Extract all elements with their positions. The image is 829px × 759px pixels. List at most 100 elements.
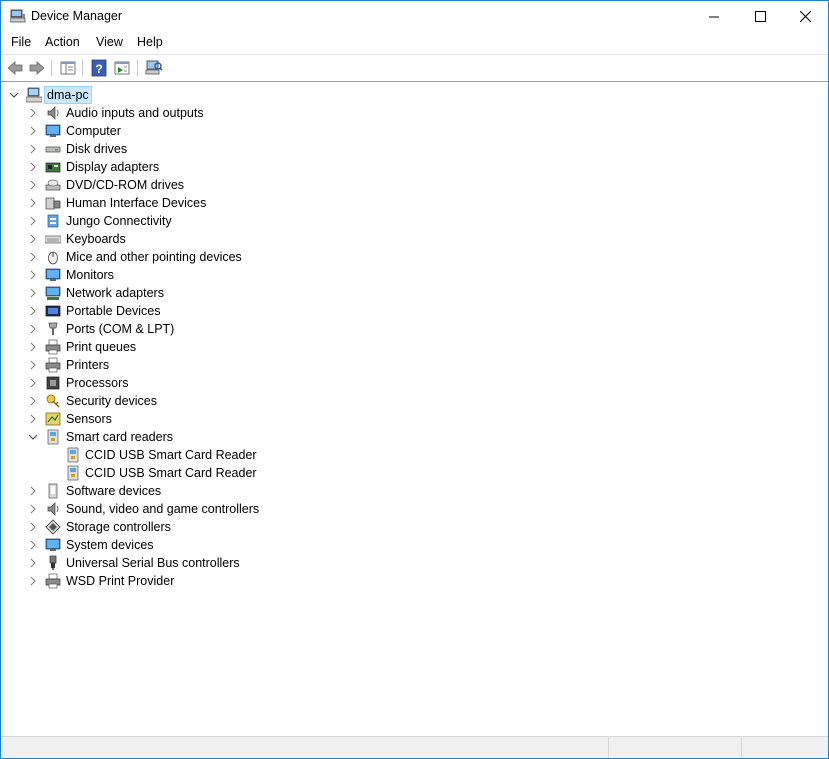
tree-category-row[interactable]: Printers [1,356,828,374]
tree-device-row[interactable]: CCID USB Smart Card Reader [1,464,828,482]
chevron-right-icon[interactable] [28,162,38,172]
tree-root-row[interactable]: dma-pc [1,86,828,104]
show-hide-console-tree-icon[interactable] [59,59,77,77]
tree-category-label[interactable]: Portable Devices [64,302,163,320]
chevron-right-icon[interactable] [28,342,38,352]
tree-category-label[interactable]: Smart card readers [64,428,175,446]
chevron-right-icon[interactable] [28,396,38,406]
menu-file[interactable]: File [11,35,31,49]
tree-category-label[interactable]: Processors [64,374,131,392]
chevron-right-icon[interactable] [28,216,38,226]
portable-device-icon [45,305,61,317]
tree-category-label[interactable]: Monitors [64,266,116,284]
chevron-right-icon[interactable] [28,324,38,334]
tree-device-row[interactable]: CCID USB Smart Card Reader [1,446,828,464]
tree-category-row[interactable]: Print queues [1,338,828,356]
tree-category-label[interactable]: Human Interface Devices [64,194,208,212]
chevron-right-icon[interactable] [28,252,38,262]
tree-category-label[interactable]: Disk drives [64,140,129,158]
tree-category-row[interactable]: Sensors [1,410,828,428]
tree-category-row[interactable]: Sound, video and game controllers [1,500,828,518]
maximize-button[interactable] [737,1,783,32]
status-panel [741,737,828,758]
chevron-right-icon[interactable] [28,180,38,190]
tree-category-label[interactable]: DVD/CD-ROM drives [64,176,186,194]
menu-action[interactable]: Action [45,35,80,49]
tree-category-label[interactable]: Print queues [64,338,138,356]
device-manager-icon [10,9,26,23]
scan-hardware-changes-icon[interactable] [145,59,163,77]
tree-category-row[interactable]: Jungo Connectivity [1,212,828,230]
tree-category-row[interactable]: Keyboards [1,230,828,248]
tree-category-row[interactable]: Monitors [1,266,828,284]
chevron-right-icon[interactable] [28,378,38,388]
tree-category-label[interactable]: Printers [64,356,111,374]
tree-category-label[interactable]: Security devices [64,392,159,410]
chevron-right-icon[interactable] [28,522,38,532]
tree-category-row[interactable]: WSD Print Provider [1,572,828,590]
chevron-right-icon[interactable] [28,540,38,550]
chevron-right-icon[interactable] [28,306,38,316]
help-icon[interactable]: ? [90,59,108,77]
chevron-right-icon[interactable] [28,288,38,298]
chevron-right-icon[interactable] [28,234,38,244]
tree-category-row[interactable]: Mice and other pointing devices [1,248,828,266]
tree-category-label[interactable]: WSD Print Provider [64,572,176,590]
tree-category-label[interactable]: Network adapters [64,284,166,302]
chevron-right-icon[interactable] [28,576,38,586]
tree-category-label[interactable]: Universal Serial Bus controllers [64,554,242,572]
title-bar[interactable]: Device Manager [1,1,828,32]
tree-category-label[interactable]: Sensors [64,410,114,428]
tree-category-row[interactable]: Disk drives [1,140,828,158]
minimize-button[interactable] [691,1,737,32]
tree-category-label[interactable]: Sound, video and game controllers [64,500,261,518]
tree-category-row[interactable]: Human Interface Devices [1,194,828,212]
tree-category-row[interactable]: Display adapters [1,158,828,176]
tree-category-label[interactable]: Audio inputs and outputs [64,104,206,122]
tree-device-label[interactable]: CCID USB Smart Card Reader [83,464,259,482]
device-tree[interactable]: dma-pc Audio inputs and outputs Computer Di… [1,85,828,735]
properties-icon[interactable] [113,59,131,77]
chevron-right-icon[interactable] [28,144,38,154]
chevron-right-icon[interactable] [28,558,38,568]
chevron-right-icon[interactable] [28,414,38,424]
chevron-right-icon[interactable] [28,126,38,136]
chevron-right-icon[interactable] [28,504,38,514]
chevron-right-icon[interactable] [28,360,38,370]
tree-category-row[interactable]: Storage controllers [1,518,828,536]
tree-device-label[interactable]: CCID USB Smart Card Reader [83,446,259,464]
chevron-right-icon[interactable] [28,108,38,118]
tree-category-row[interactable]: Portable Devices [1,302,828,320]
tree-category-row[interactable]: Ports (COM & LPT) [1,320,828,338]
tree-category-label[interactable]: Storage controllers [64,518,173,536]
forward-arrow-icon[interactable] [28,59,46,77]
tree-category-row[interactable]: Smart card readers [1,428,828,446]
tree-category-row[interactable]: Security devices [1,392,828,410]
chevron-right-icon[interactable] [28,486,38,496]
tree-category-row[interactable]: System devices [1,536,828,554]
back-arrow-icon[interactable] [6,59,24,77]
tree-category-row[interactable]: Network adapters [1,284,828,302]
tree-category-label[interactable]: Ports (COM & LPT) [64,320,176,338]
tree-category-row[interactable]: DVD/CD-ROM drives [1,176,828,194]
tree-category-label[interactable]: Computer [64,122,123,140]
tree-category-row[interactable]: Software devices [1,482,828,500]
speaker-icon [47,502,59,516]
tree-category-row[interactable]: Computer [1,122,828,140]
tree-category-row[interactable]: Processors [1,374,828,392]
menu-view[interactable]: View [96,35,123,49]
tree-category-label[interactable]: Jungo Connectivity [64,212,174,230]
tree-category-label[interactable]: Mice and other pointing devices [64,248,244,266]
tree-category-label[interactable]: Software devices [64,482,163,500]
tree-category-label[interactable]: System devices [64,536,156,554]
chevron-down-icon[interactable] [28,432,38,442]
tree-category-row[interactable]: Universal Serial Bus controllers [1,554,828,572]
tree-category-label[interactable]: Keyboards [64,230,128,248]
menu-help[interactable]: Help [137,35,163,49]
close-button[interactable] [782,1,828,32]
chevron-right-icon[interactable] [28,198,38,208]
chevron-right-icon[interactable] [28,270,38,280]
tree-root-label[interactable]: dma-pc [44,86,92,104]
tree-category-row[interactable]: Audio inputs and outputs [1,104,828,122]
tree-category-label[interactable]: Display adapters [64,158,161,176]
